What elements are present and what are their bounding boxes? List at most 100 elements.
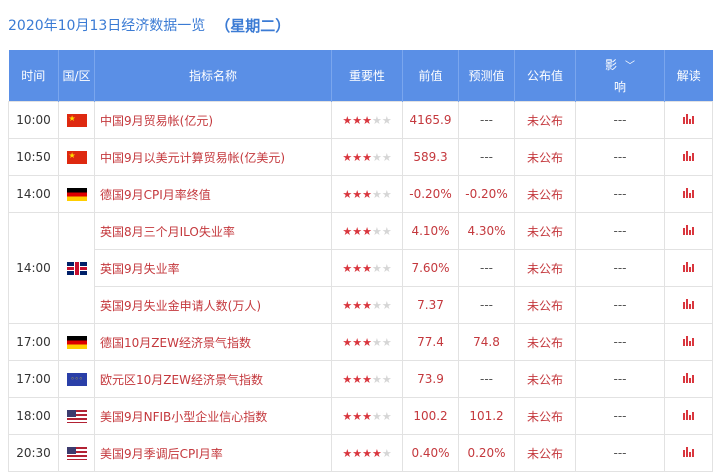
- importance-cell: ★★★★★: [331, 323, 403, 361]
- bar-chart-icon[interactable]: [683, 188, 694, 198]
- bar-chart-icon[interactable]: [683, 262, 694, 272]
- star-icon: ★: [381, 114, 392, 127]
- star-icon: ★: [352, 336, 363, 349]
- star-icon: ★: [352, 373, 363, 386]
- analysis-cell[interactable]: [664, 397, 713, 435]
- analysis-cell[interactable]: [664, 323, 713, 361]
- analysis-cell[interactable]: [664, 101, 713, 139]
- bar-chart-icon[interactable]: [683, 225, 694, 235]
- table-row: 英国9月失业率 ★★★★★ 7.60% --- 未公布 ---: [9, 249, 713, 287]
- star-icon: ★: [362, 225, 372, 238]
- time-cell: 14:00: [8, 212, 59, 324]
- col-impact[interactable]: 影 ﹀ 响: [575, 50, 665, 102]
- star-icon: ★: [371, 299, 382, 312]
- star-icon: ★: [352, 151, 363, 164]
- indicator-name[interactable]: 德国9月CPI月率终值: [94, 175, 332, 213]
- impact-value: ---: [575, 323, 665, 361]
- title-bar: 2020年10月13日经济数据一览 （星期二）: [0, 0, 716, 50]
- importance-stars: ★★★★★: [342, 447, 391, 460]
- star-icon: ★: [381, 188, 392, 201]
- importance-cell: ★★★★★: [331, 175, 403, 213]
- bar-chart-icon[interactable]: [683, 336, 694, 346]
- bar-chart-icon[interactable]: [683, 114, 694, 124]
- actual-value: 未公布: [514, 360, 576, 398]
- indicator-name[interactable]: 英国9月失业金申请人数(万人): [94, 286, 332, 324]
- indicator-name[interactable]: 美国9月季调后CPI月率: [94, 434, 332, 472]
- importance-stars: ★★★★★: [342, 373, 391, 386]
- importance-cell: ★★★★★: [331, 397, 403, 435]
- indicator-name[interactable]: 中国9月贸易帐(亿元): [94, 101, 332, 139]
- previous-value: 4.10%: [402, 212, 459, 250]
- star-icon: ★: [371, 114, 382, 127]
- chevron-down-icon[interactable]: ﹀: [625, 57, 635, 77]
- previous-value: 7.37: [402, 286, 459, 324]
- analysis-cell[interactable]: [664, 212, 713, 250]
- importance-cell: ★★★★★: [331, 286, 403, 324]
- analysis-cell[interactable]: [664, 434, 713, 472]
- actual-value: 未公布: [514, 212, 576, 250]
- table-row: 17:00欧元区10月ZEW经济景气指数★★★★★73.9---未公布---: [8, 360, 713, 398]
- bar-chart-icon[interactable]: [683, 410, 694, 420]
- indicator-name[interactable]: 美国9月NFIB小型企业信心指数: [94, 397, 332, 435]
- indicator-name[interactable]: 中国9月以美元计算贸易帐(亿美元): [94, 138, 332, 176]
- economic-calendar: 2020年10月13日经济数据一览 （星期二） 时间 国/区 指标名称 重要性 …: [0, 0, 716, 476]
- bar-chart-icon[interactable]: [683, 373, 694, 383]
- col-analysis: 解读: [664, 50, 713, 102]
- impact-value: ---: [575, 397, 665, 435]
- impact-value: ---: [575, 286, 665, 324]
- indicator-name[interactable]: 德国10月ZEW经济景气指数: [94, 323, 332, 361]
- importance-stars: ★★★★★: [342, 336, 391, 349]
- star-icon: ★: [371, 151, 382, 164]
- analysis-cell[interactable]: [664, 138, 713, 176]
- flag-de-icon: [66, 336, 87, 349]
- star-icon: ★: [371, 188, 382, 201]
- star-icon: ★: [381, 262, 392, 275]
- analysis-cell[interactable]: [664, 249, 713, 287]
- star-icon: ★: [381, 151, 392, 164]
- bar-chart-icon[interactable]: [683, 299, 694, 309]
- importance-stars: ★★★★★: [342, 188, 391, 201]
- star-icon: ★: [381, 225, 392, 238]
- col-actual: 公布值: [514, 50, 576, 102]
- star-icon: ★: [352, 114, 363, 127]
- bar-chart-icon[interactable]: [683, 151, 694, 161]
- impact-value: ---: [575, 175, 665, 213]
- indicator-name[interactable]: 英国8月三个月ILO失业率: [94, 212, 332, 250]
- analysis-cell[interactable]: [664, 286, 713, 324]
- flag-cell: [58, 434, 95, 472]
- impact-value: ---: [575, 101, 665, 139]
- bar-chart-icon[interactable]: [683, 447, 694, 457]
- actual-value: 未公布: [514, 323, 576, 361]
- star-icon: ★: [342, 188, 353, 201]
- flag-uk-icon: [66, 262, 87, 275]
- impact-value: ---: [575, 138, 665, 176]
- importance-cell: ★★★★★: [331, 434, 403, 472]
- analysis-cell[interactable]: [664, 175, 713, 213]
- star-icon: ★: [352, 225, 363, 238]
- star-icon: ★: [362, 188, 372, 201]
- flag-cell: [58, 212, 95, 324]
- flag-cell: [58, 138, 95, 176]
- importance-cell: ★★★★★: [331, 249, 403, 287]
- time-cell: 18:00: [8, 397, 59, 435]
- star-icon: ★: [362, 373, 372, 386]
- indicator-name[interactable]: 英国9月失业率: [94, 249, 332, 287]
- previous-value: 589.3: [402, 138, 459, 176]
- actual-value: 未公布: [514, 101, 576, 139]
- forecast-value: 101.2: [458, 397, 515, 435]
- analysis-cell[interactable]: [664, 360, 713, 398]
- actual-value: 未公布: [514, 175, 576, 213]
- table-row: 18:00 美国9月NFIB小型企业信心指数 ★★★★★ 100.2 101.2 未公布 -…: [8, 397, 713, 435]
- table-row: 英国9月失业金申请人数(万人) ★★★★★ 7.37 --- 未公布 ---: [9, 286, 713, 324]
- previous-value: 7.60%: [402, 249, 459, 287]
- time-cell: 10:50: [8, 138, 59, 176]
- flag-cell: [58, 360, 95, 398]
- star-icon: ★: [342, 114, 353, 127]
- indicator-name[interactable]: 欧元区10月ZEW经济景气指数: [94, 360, 332, 398]
- star-icon: ★: [381, 373, 392, 386]
- star-icon: ★: [352, 447, 363, 460]
- table-row: 14:00 德国9月CPI月率终值 ★★★★★ -0.20% -0.20% 未公布 ---: [8, 175, 713, 213]
- star-icon: ★: [352, 188, 363, 201]
- importance-stars: ★★★★★: [342, 225, 391, 238]
- time-cell: 17:00: [8, 323, 59, 361]
